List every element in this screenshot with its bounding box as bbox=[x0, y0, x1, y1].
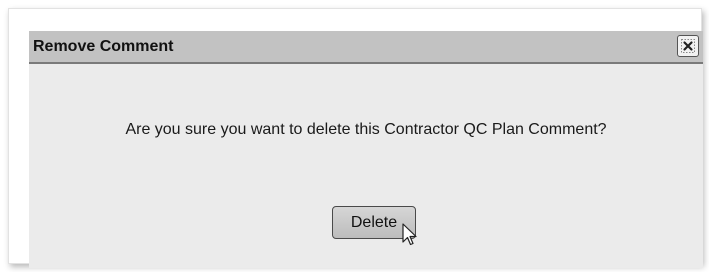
close-icon bbox=[681, 39, 695, 53]
confirm-message: Are you sure you want to delete this Con… bbox=[125, 121, 607, 138]
screenshot-frame: Remove Comment Are you sure you want to … bbox=[8, 8, 703, 268]
mouse-pointer-icon bbox=[402, 223, 417, 246]
remove-comment-dialog: Remove Comment Are you sure you want to … bbox=[29, 31, 703, 268]
close-button[interactable] bbox=[677, 35, 699, 57]
dialog-title: Remove Comment bbox=[33, 38, 174, 55]
dialog-titlebar: Remove Comment bbox=[29, 31, 703, 64]
